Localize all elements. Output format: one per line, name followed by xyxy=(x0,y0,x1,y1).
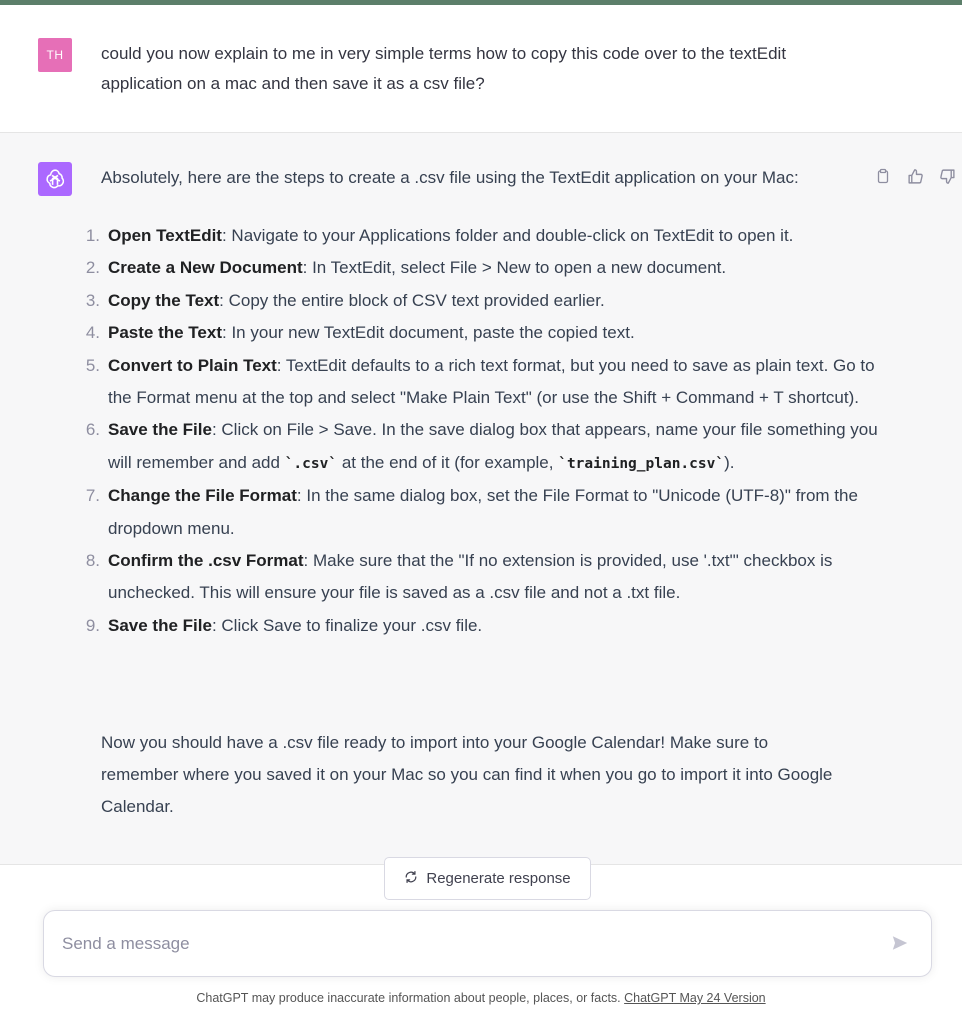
message-actions xyxy=(872,165,958,187)
list-number: 9. xyxy=(85,615,100,635)
inline-code: `training_plan.csv` xyxy=(558,455,725,472)
step-text: : In your new TextEdit document, paste t… xyxy=(222,323,635,343)
list-number: 1. xyxy=(85,226,100,245)
list-item: 9. Save the File: Click Save to finalize … xyxy=(80,610,880,642)
step-title: Save the File xyxy=(108,615,212,635)
refresh-icon xyxy=(404,870,418,888)
regenerate-response-button[interactable]: Regenerate response xyxy=(384,857,591,900)
list-number: 3. xyxy=(85,290,100,310)
step-text: ). xyxy=(724,452,735,472)
list-number: 4. xyxy=(85,323,100,343)
thumbs-up-icon[interactable] xyxy=(904,165,926,187)
user-avatar: TH xyxy=(38,38,72,72)
step-title: Create a New Document xyxy=(108,258,303,278)
user-message: TH could you now explain to me in very s… xyxy=(0,5,962,133)
regenerate-label: Regenerate response xyxy=(426,870,571,887)
step-text: : In TextEdit, select File > New to open… xyxy=(302,258,727,278)
step-text: : Click Save to finalize your .csv file. xyxy=(211,615,483,635)
assistant-message: Absolutely, here are the steps to create… xyxy=(0,133,962,865)
list-number: 2. xyxy=(85,258,100,278)
list-number: 8. xyxy=(85,551,100,571)
list-number: 5. xyxy=(85,355,100,375)
step-title: Change the File Format xyxy=(108,486,297,506)
list-item: 2. Create a New Document: In TextEdit, se… xyxy=(80,252,880,284)
step-text: : Copy the entire block of CSV text prov… xyxy=(219,290,605,310)
footer-disclaimer: ChatGPT may produce inaccurate informati… xyxy=(0,991,962,1005)
list-number: 6. xyxy=(85,420,100,440)
copy-icon[interactable] xyxy=(872,165,894,187)
list-item: 8. Confirm the .csv Format: Make sure tha… xyxy=(80,545,880,610)
list-item: 1. Open TextEdit: Navigate to your Applic… xyxy=(80,220,880,252)
user-message-text: could you now explain to me in very simp… xyxy=(101,44,787,93)
step-title: Confirm the .csv Format xyxy=(108,551,304,571)
assistant-outro-text: Now you should have a .csv file ready to… xyxy=(101,733,833,816)
list-item: 5. Convert to Plain Text: TextEdit defaul… xyxy=(80,350,880,415)
list-item: 6. Save the File: Click on File > Save. I… xyxy=(80,414,880,480)
step-title: Save the File xyxy=(108,420,212,440)
list-number: 7. xyxy=(85,486,100,506)
step-title: Copy the Text xyxy=(108,290,220,310)
send-icon xyxy=(891,934,909,957)
openai-logo-icon xyxy=(38,162,72,196)
inline-code: `.csv` xyxy=(284,455,338,472)
list-item: 4. Paste the Text: In your new TextEdit d… xyxy=(80,317,880,349)
message-input[interactable] xyxy=(62,929,862,959)
steps-list: 1. Open TextEdit: Navigate to your Applic… xyxy=(80,220,880,642)
send-button[interactable] xyxy=(886,931,914,959)
assistant-intro-text: Absolutely, here are the steps to create… xyxy=(101,168,799,187)
step-title: Convert to Plain Text xyxy=(108,355,277,375)
message-composer xyxy=(43,910,932,977)
version-link[interactable]: ChatGPT May 24 Version xyxy=(624,991,766,1005)
list-item: 7. Change the File Format: In the same di… xyxy=(80,480,880,545)
step-text: at the end of it (for example, xyxy=(337,452,559,472)
step-title: Paste the Text xyxy=(108,323,223,343)
step-title: Open TextEdit xyxy=(108,226,222,245)
list-item: 3. Copy the Text: Copy the entire block o… xyxy=(80,285,880,317)
step-text: : Navigate to your Applications folder a… xyxy=(221,226,794,245)
thumbs-down-icon[interactable] xyxy=(936,165,958,187)
footer-text: ChatGPT may produce inaccurate informati… xyxy=(196,991,625,1005)
